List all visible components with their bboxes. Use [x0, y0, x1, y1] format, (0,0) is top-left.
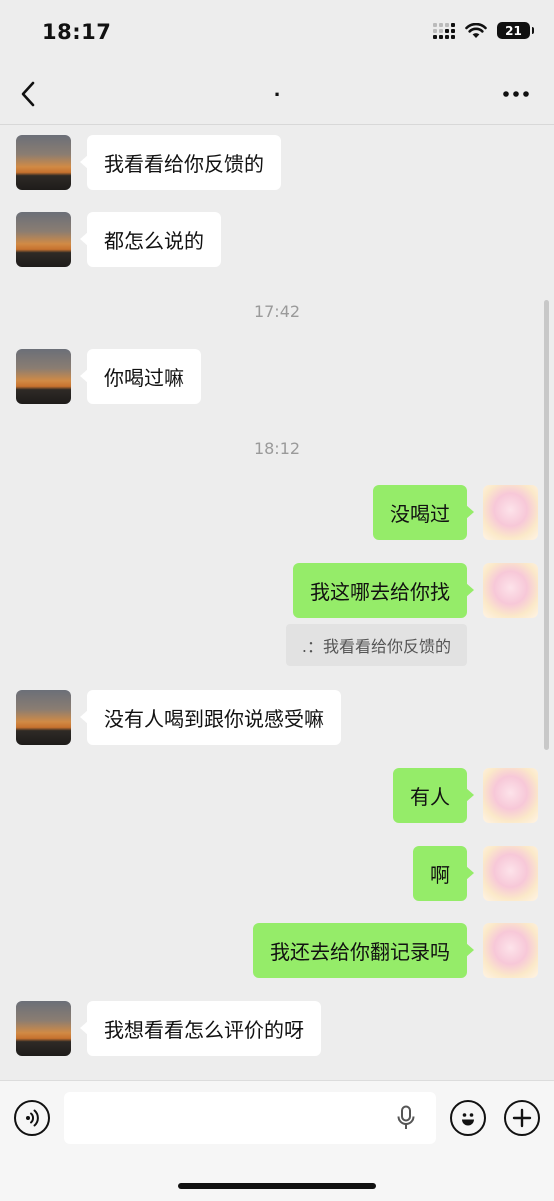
contact-avatar[interactable] — [16, 349, 71, 404]
more-button[interactable] — [500, 82, 532, 106]
add-button[interactable] — [504, 1100, 540, 1136]
message-outgoing: 有人 — [0, 768, 554, 823]
message-timestamp: 17:42 — [253, 302, 301, 321]
status-time: 18:17 — [42, 20, 112, 44]
emoji-button[interactable] — [450, 1100, 486, 1136]
message-bubble[interactable]: 都怎么说的 — [80, 212, 221, 267]
contact-avatar[interactable] — [16, 212, 71, 267]
message-bubble[interactable]: 我看看给你反馈的 — [80, 135, 281, 190]
microphone-icon[interactable] — [396, 1105, 416, 1131]
battery-level: 21 — [505, 23, 522, 38]
message-bubble[interactable]: 啊 — [413, 846, 474, 901]
message-outgoing: 啊 — [0, 846, 554, 901]
self-avatar[interactable] — [483, 768, 538, 823]
message-incoming: 我想看看怎么评价的呀 — [0, 1001, 554, 1056]
self-avatar[interactable] — [483, 485, 538, 540]
message-incoming: 你喝过嘛 — [0, 349, 554, 404]
message-bubble[interactable]: 没喝过 — [373, 485, 474, 540]
message-bubble[interactable]: 我想看看怎么评价的呀 — [80, 1001, 321, 1056]
wifi-icon — [465, 22, 487, 38]
plus-icon — [512, 1108, 532, 1128]
home-indicator[interactable] — [178, 1183, 376, 1189]
battery-icon: 21 — [497, 22, 534, 39]
scrollbar[interactable] — [544, 300, 549, 750]
self-avatar[interactable] — [483, 563, 538, 618]
message-bubble[interactable]: 我还去给你翻记录吗 — [253, 923, 474, 978]
message-timestamp: 18:12 — [253, 439, 301, 458]
message-outgoing: 我这哪去给你找 — [0, 563, 554, 618]
voice-icon — [26, 1109, 39, 1127]
contact-avatar[interactable] — [16, 135, 71, 190]
emoji-icon — [462, 1113, 474, 1126]
self-avatar[interactable] — [483, 923, 538, 978]
message-outgoing: 我还去给你翻记录吗 — [0, 923, 554, 978]
quoted-reply[interactable]: .：我看看给你反馈的 — [285, 624, 467, 666]
chat-title: . — [273, 80, 281, 101]
message-input[interactable] — [64, 1092, 436, 1144]
message-bubble[interactable]: 你喝过嘛 — [80, 349, 201, 404]
contact-avatar[interactable] — [16, 1001, 71, 1056]
cellular-signal-icon — [433, 22, 455, 39]
self-avatar[interactable] — [483, 846, 538, 901]
message-bubble[interactable]: 有人 — [393, 768, 474, 823]
status-icons: 21 — [433, 22, 534, 39]
chat-header: . — [0, 64, 554, 125]
message-outgoing: 没喝过 — [0, 485, 554, 540]
status-bar: 18:17 21 — [0, 0, 554, 64]
chat-area[interactable]: 我看看给你反馈的 都怎么说的 17:42 你喝过嘛 18:12 没喝过 我这哪去… — [0, 125, 554, 1080]
message-incoming: 没有人喝到跟你说感受嘛 — [0, 690, 554, 745]
contact-avatar[interactable] — [16, 690, 71, 745]
message-bubble[interactable]: 没有人喝到跟你说感受嘛 — [80, 690, 341, 745]
message-bubble[interactable]: 我这哪去给你找 — [293, 563, 474, 618]
voice-button[interactable] — [14, 1100, 50, 1136]
more-dots-icon — [503, 91, 529, 97]
message-incoming: 我看看给你反馈的 — [0, 135, 554, 190]
message-incoming: 都怎么说的 — [0, 212, 554, 267]
